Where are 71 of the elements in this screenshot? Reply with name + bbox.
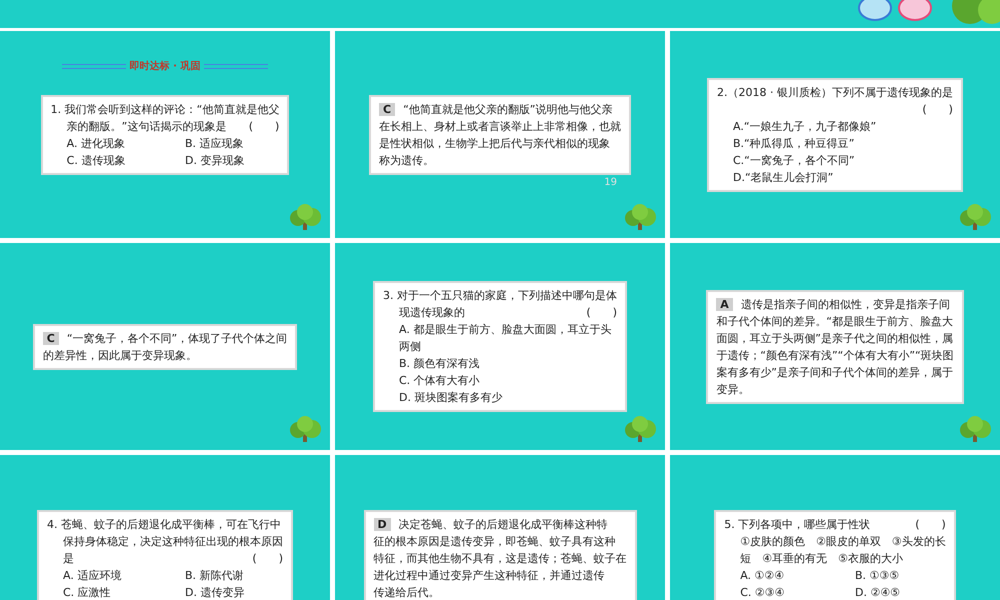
answer-option: B. 适应现象 <box>184 134 280 152</box>
answer-option: A. 进化现象 <box>66 134 161 152</box>
answer-option: 两侧 <box>399 338 617 355</box>
answer-text: 称为遗传。 <box>379 152 434 168</box>
answer-text: 传递给后代。 <box>374 585 440 600</box>
answer-letter: C <box>42 332 59 344</box>
page-number: 19 <box>604 176 617 190</box>
slide-thumbnail[interactable]: 即时达标 · 巩固 1. 我们常会听到这样的评论：“他简直就是他父 亲的翻版。”这句话揭示的现象是 ( ) A. 进化现象 B. 适应现象 C. 遗传现象 D. 变异现象 <box>0 31 330 238</box>
slide-thumbnail[interactable]: D 决定苍蝇、蚊子的后翅退化成平衡棒这种特 征的根本原因是遗传变异，即苍蝇、蚊子具有这种 特征，而其他生物不具有，这是遗传；苍蝇、蚊子在 进化过程中通过变异产生这种特征，并通过遗传 传递给后代。 <box>335 455 665 600</box>
answer-option: A.“一娘生九子，九子都像娘” <box>733 118 953 134</box>
answer-option: A. 适应环境 <box>63 567 161 584</box>
slide-thumbnail[interactable]: 3. 对于一个五只猫的家庭，下列描述中哪句是体 现遗传现象的 ( ) A. 都是眼生于前方、脸盘大面圆，耳立于头 两侧 B. 颜色有深有浅 C. 个体有大有小 D. 斑块图案有多有少 <box>335 243 665 450</box>
question-text: 现遗传现象的 <box>399 305 465 321</box>
question-text: 3. 对于一个五只猫的家庭，下列描述中哪句是体 <box>383 288 617 304</box>
question-text: 短 ④耳垂的有无 ⑤衣服的大小 <box>740 551 903 567</box>
answer-option: D. 斑块图案有多有少 <box>399 389 617 406</box>
answer-blank: ( ) <box>915 517 946 533</box>
question-text: 1. 我们常会听到这样的评论：“他简直就是他父 <box>50 102 280 118</box>
answer-letter: C <box>379 102 396 116</box>
question-text: 保持身体稳定，决定这种特征出现的根本原因 <box>63 534 283 550</box>
slide-thumbnail[interactable]: C “他简直就是他父亲的翻版”说明他与他父亲 在长相上、身材上或者言谈举止上非常相像，也就 是性状相似，生物学上把后代与亲代相似的现象 称为遗传。 19 <box>335 31 665 238</box>
answer-text: 在长相上、身材上或者言谈举止上非常相像，也就 <box>379 118 621 134</box>
answer-blank: ( ) <box>586 305 617 321</box>
answer-letter: D <box>374 518 391 531</box>
answer-text: “一窝兔子，各个不同”，体现了子代个体之间 <box>66 330 288 346</box>
answer-blank: ( ) <box>922 102 953 118</box>
answer-text: 变异。 <box>716 382 750 398</box>
answer-text: 面圆，耳立于头两侧”是亲子代之间的相似性，属 <box>716 330 953 346</box>
slide-thumbnail[interactable]: C “一窝兔子，各个不同”，体现了子代个体之间 的差异性，因此属于变异现象。 <box>0 243 330 450</box>
answer-text: 案有多有少”是亲子间和子代个体间的差异，属于 <box>716 364 953 380</box>
answer-text: 于遗传；“颜色有深有浅”“个体有大有小”“斑块图 <box>716 348 954 364</box>
answer-text: “他简直就是他父亲的翻版”说明他与他父亲 <box>403 102 612 118</box>
answer-option: B.“种瓜得瓜，种豆得豆” <box>733 134 953 152</box>
answer-option: B. 新陈代谢 <box>185 567 283 584</box>
answer-option: C.“一窝兔子，各个不同” <box>733 152 953 168</box>
answer-option: C. ②③④ <box>740 584 831 600</box>
answer-text: 和子代个体间的差异。“都是眼生于前方、脸盘大 <box>716 314 953 330</box>
slide-thumbnail[interactable]: 4. 苍蝇、蚊子的后翅退化成平衡棒，可在飞行中 保持身体稳定，决定这种特征出现的根本原因 是 ( ) A. 适应环境 B. 新陈代谢 C. 应激性 D. 遗传变异 <box>0 455 330 600</box>
question-text: 亲的翻版。”这句话揭示的现象是 <box>66 118 226 134</box>
answer-option: C. 个体有大有小 <box>399 372 617 389</box>
answer-option: D.“老鼠生儿会打洞” <box>733 168 953 186</box>
question-text: 5. 下列各项中，哪些属于性状 <box>724 517 870 533</box>
answer-blank: ( ) <box>248 118 280 134</box>
answer-text: 的差异性，因此属于变异现象。 <box>42 348 197 364</box>
answer-option: D. 变异现象 <box>184 152 280 168</box>
answer-blank: ( ) <box>252 551 283 567</box>
header-rule <box>62 64 126 69</box>
answer-option: C. 应激性 <box>63 584 161 600</box>
answer-option: B. ①③⑤ <box>855 567 946 584</box>
answer-option: A. ①②④ <box>740 567 831 584</box>
slide-header: 即时达标 · 巩固 <box>130 60 200 74</box>
slide-thumbnail[interactable]: A 遗传是指亲子间的相似性，变异是指亲子间 和子代个体间的差异。“都是眼生于前方、脸盘大 面圆，耳立于头两侧”是亲子代之间的相似性，属 于遗传；“颜色有深有浅”“个体有大有小”“斑块图 案有多有少”是亲子间和子代个体间的差异，属于 变异。 <box>670 243 1000 450</box>
answer-option: A. 都是眼生于前方、脸盘大面圆，耳立于头 <box>399 321 617 338</box>
slide-thumbnail[interactable]: 5. 下列各项中，哪些属于性状 ( ) ①皮肤的颜色 ②眼皮的单双 ③头发的长 短 ④耳垂的有无 ⑤衣服的大小 A. ①②④ B. ①③⑤ C. ②③④ D. ②④⑤ <box>670 455 1000 600</box>
question-text: 4. 苍蝇、蚊子的后翅退化成平衡棒，可在飞行中 <box>47 517 281 533</box>
answer-text: 是性状相似，生物学上把后代与亲代相似的现象 <box>379 136 610 152</box>
answer-option: D. 遗传变异 <box>185 584 283 600</box>
answer-letter: A <box>716 298 733 310</box>
header-rule <box>204 64 268 69</box>
answer-option: D. ②④⑤ <box>855 584 946 600</box>
answer-text: 进化过程中通过变异产生这种特征，并通过遗传 <box>374 568 604 584</box>
answer-text: 特征，而其他生物不具有，这是遗传；苍蝇、蚊子在 <box>374 551 626 567</box>
question-text: 2.（2018 · 银川质检）下列不属于遗传现象的是 <box>717 84 953 100</box>
question-text: 是 <box>63 551 74 567</box>
answer-text: 决定苍蝇、蚊子的后翅退化成平衡棒这种特 <box>398 517 608 533</box>
answer-option: C. 遗传现象 <box>66 152 161 168</box>
slide-thumbnail[interactable]: 2.（2018 · 银川质检）下列不属于遗传现象的是 ( ) A.“一娘生九子，九子都像娘” B.“种瓜得瓜，种豆得豆” C.“一窝兔子，各个不同” D.“老鼠生儿会打洞” <box>670 31 1000 238</box>
answer-text: 征的根本原因是遗传变异，即苍蝇、蚊子具有这种 <box>374 534 616 550</box>
question-text: ①皮肤的颜色 ②眼皮的单双 ③头发的长 <box>740 534 946 550</box>
answer-text: 遗传是指亲子间的相似性，变异是指亲子间 <box>740 296 950 312</box>
answer-option: B. 颜色有深有浅 <box>399 355 617 372</box>
